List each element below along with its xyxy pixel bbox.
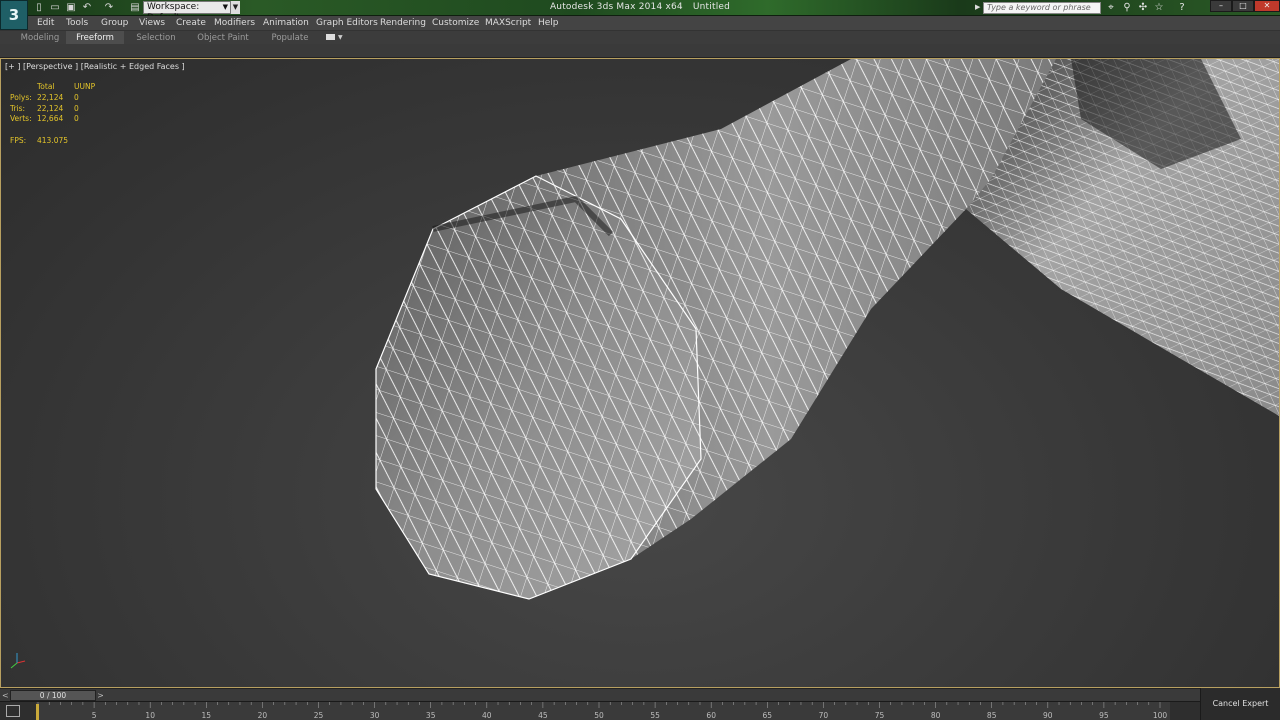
perspective-viewport[interactable]: [+ ] [Perspective ] [Realistic + Edged F… — [0, 58, 1280, 688]
frame-tick-label: 60 — [706, 711, 716, 720]
stats-total: 22,124 — [37, 103, 64, 113]
open-file-icon[interactable]: ▭ — [49, 2, 61, 13]
ribbon-tabs: Modeling Freeform Selection Object Paint… — [0, 30, 1280, 45]
frame-ruler[interactable]: 5 10 15 20 25 30 35 40 45 50 55 60 65 70 75 80 85 90 95 100 — [36, 702, 1170, 720]
frame-tick-label: 50 — [594, 711, 604, 720]
binoculars-icon[interactable]: ⌖ — [1104, 1, 1118, 15]
ribbon-toggle-icon[interactable] — [326, 34, 335, 40]
exchange-icon[interactable]: ✣ — [1136, 1, 1150, 15]
project-folder-icon[interactable]: ▤ — [129, 2, 141, 13]
stats-selected: 0 — [74, 103, 79, 113]
frame-tick-label: 55 — [650, 711, 660, 720]
frame-tick-label: 100 — [1153, 711, 1168, 720]
frame-tick-label: 5 — [92, 711, 97, 720]
menu-bar: Edit Tools Group Views Create Modifiers … — [0, 16, 1280, 30]
frame-tick-label: 75 — [875, 711, 885, 720]
stats-selected: 0 — [74, 92, 79, 102]
stats-header-total: Total — [37, 82, 55, 91]
menu-maxscript[interactable]: MAXScript — [485, 17, 531, 29]
frame-tick-label: 30 — [370, 711, 380, 720]
ribbon-panel — [0, 44, 1280, 58]
menu-graph-editors[interactable]: Graph Editors — [316, 17, 378, 29]
frame-tick-label: 20 — [258, 711, 268, 720]
close-button[interactable]: ✕ — [1254, 0, 1280, 12]
workspace-menu-button[interactable]: ▼ — [231, 1, 240, 14]
wireframe-mesh — [375, 59, 1279, 600]
redo-icon[interactable]: ↷ — [103, 2, 115, 13]
time-slider-bar: < 0 / 100 > — [0, 688, 1200, 701]
fps-value: 413.075 — [37, 135, 69, 145]
chevron-down-icon[interactable]: ▼ — [338, 31, 343, 45]
key-icon[interactable]: ⚲ — [1120, 1, 1134, 15]
menu-create[interactable]: Create — [176, 17, 206, 29]
stats-total: 12,664 — [37, 114, 64, 124]
menu-tools[interactable]: Tools — [66, 17, 88, 29]
stats-total: 22,124 — [37, 92, 64, 102]
new-file-icon[interactable]: ▯ — [33, 2, 45, 13]
stats-label: Polys: — [10, 92, 32, 102]
maximize-button[interactable]: □ — [1232, 0, 1254, 12]
app-name: Autodesk 3ds Max 2014 x64 — [549, 2, 683, 12]
menu-customize[interactable]: Customize — [432, 17, 479, 29]
save-icon[interactable]: ▣ — [65, 2, 77, 13]
frame-tick-label: 70 — [819, 711, 829, 720]
tab-modeling[interactable]: Modeling — [14, 31, 66, 45]
tab-freeform[interactable]: Freeform — [66, 31, 124, 45]
minimize-button[interactable]: – — [1210, 0, 1232, 12]
fps-label: FPS: — [10, 135, 27, 145]
frame-tick-label: 15 — [202, 711, 212, 720]
frame-tick-label: 45 — [538, 711, 548, 720]
frame-tick-label: 85 — [987, 711, 997, 720]
menu-views[interactable]: Views — [139, 17, 165, 29]
frame-tick-label: 35 — [426, 711, 436, 720]
menu-rendering[interactable]: Rendering — [380, 17, 426, 29]
search-input[interactable]: Type a keyword or phrase — [983, 2, 1101, 14]
stats-label: Verts: — [10, 114, 32, 124]
menu-group[interactable]: Group — [101, 17, 128, 29]
tab-selection[interactable]: Selection — [130, 31, 182, 45]
current-frame-marker[interactable] — [36, 704, 39, 720]
tab-object-paint[interactable]: Object Paint — [194, 31, 252, 45]
workspace-dropdown[interactable]: Workspace: Default ▼ — [143, 1, 231, 23]
star-icon[interactable]: ☆ — [1152, 1, 1166, 15]
tab-populate[interactable]: Populate — [264, 31, 316, 45]
frame-tick-label: 90 — [1043, 711, 1053, 720]
axis-tripod-icon — [10, 653, 26, 669]
mini-curve-editor-icon[interactable] — [6, 705, 20, 717]
time-slider[interactable]: 0 / 100 — [10, 690, 96, 701]
chevron-down-icon: ▼ — [222, 3, 228, 11]
stats-label: Tris: — [10, 103, 26, 113]
track-bar[interactable]: 5 10 15 20 25 30 35 40 45 50 55 60 65 70 75 80 85 90 95 100 — [0, 701, 1200, 720]
title-bar: ▯ ▭ ▣ ↶ ↷ ▤ Workspace: Default ▼ ▼ Autod… — [0, 0, 1280, 23]
viewport-label[interactable]: [+ ] [Perspective ] [Realistic + Edged F… — [5, 62, 185, 71]
menu-edit[interactable]: Edit — [37, 17, 54, 29]
undo-icon[interactable]: ↶ — [81, 2, 93, 13]
document-name: Untitled — [692, 2, 731, 12]
menu-help[interactable]: Help — [538, 17, 559, 29]
frame-tick-label: 95 — [1099, 711, 1109, 720]
stats-header-selection: UUNP — [74, 82, 96, 91]
frame-tick-label: 40 — [482, 711, 492, 720]
frame-tick-label: 80 — [931, 711, 941, 720]
frame-tick-label: 25 — [314, 711, 324, 720]
3ds-max-logo-icon[interactable]: 3 — [0, 0, 28, 30]
menu-animation[interactable]: Animation — [263, 17, 309, 29]
chevron-right-icon[interactable]: ▶ — [975, 3, 980, 11]
menu-modifiers[interactable]: Modifiers — [214, 17, 255, 29]
frame-ticks: 5 10 15 20 25 30 35 40 45 50 55 60 65 70 75 80 85 90 95 100 — [37, 702, 1168, 720]
cancel-expert-mode-button[interactable]: Cancel Expert Mode — [1200, 688, 1280, 720]
frame-tick-label: 10 — [145, 711, 155, 720]
help-icon[interactable]: ? — [1175, 1, 1189, 15]
stats-selected: 0 — [74, 114, 79, 124]
frame-tick-label: 65 — [763, 711, 773, 720]
